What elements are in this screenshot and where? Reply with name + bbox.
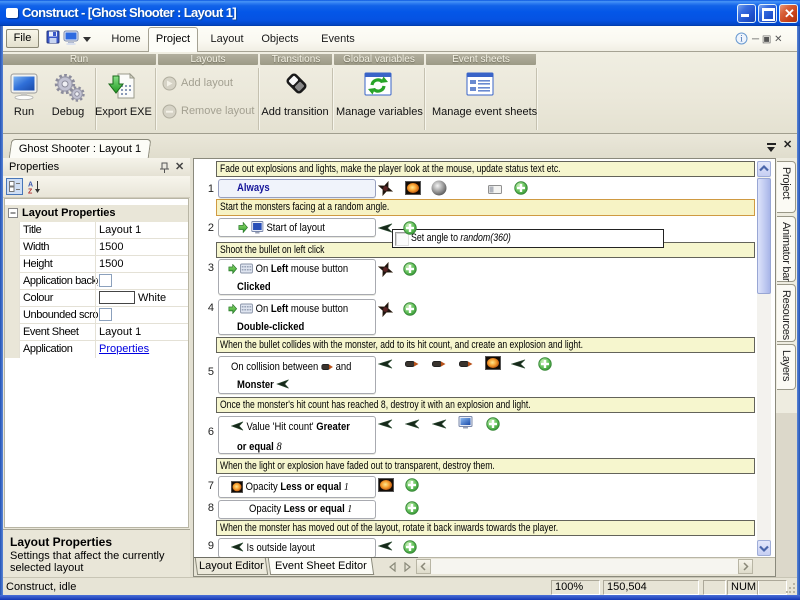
svg-text:A: A [28, 182, 33, 189]
svg-text:Z: Z [28, 189, 33, 195]
